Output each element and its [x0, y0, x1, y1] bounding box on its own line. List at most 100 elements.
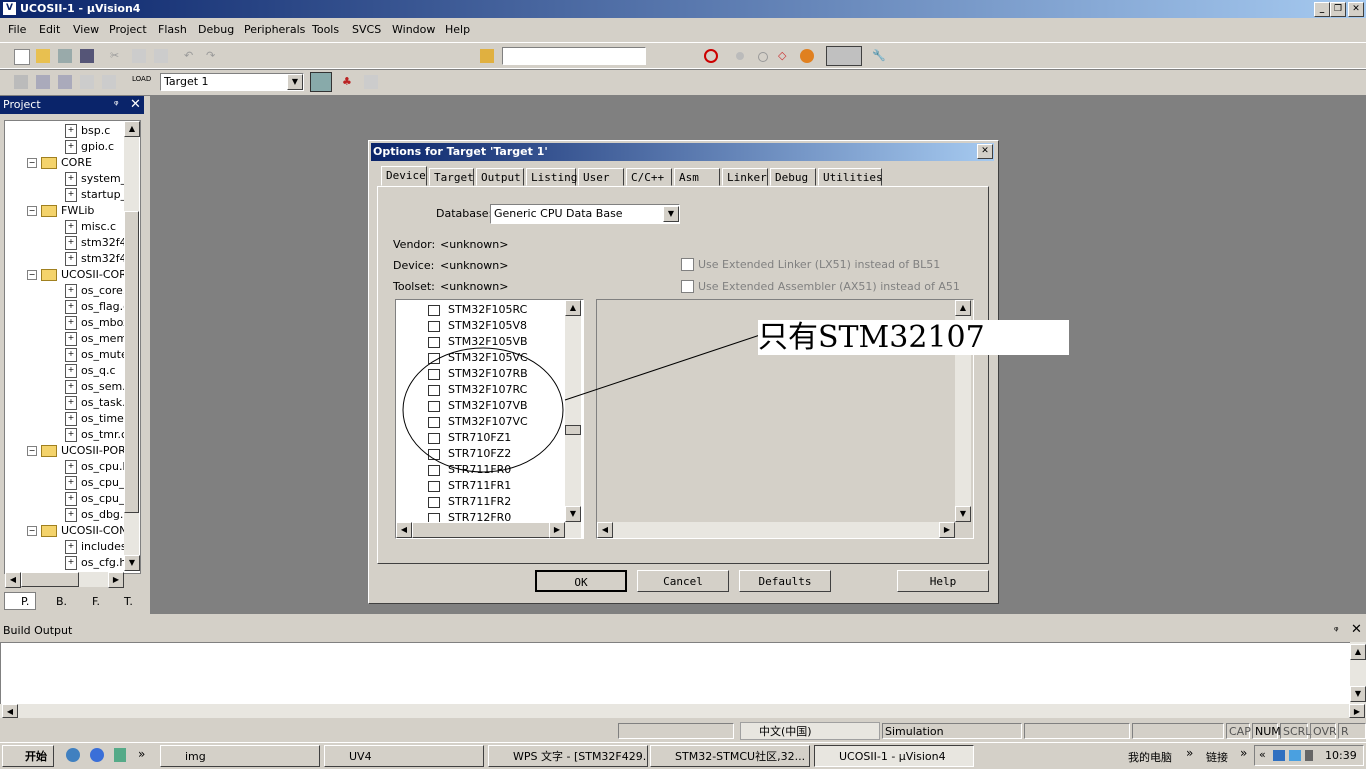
target-select[interactable]: Target 1 ▼ — [160, 73, 304, 91]
task-uv4[interactable]: UV4 — [324, 745, 484, 767]
tree-group[interactable]: − CORE — [27, 155, 92, 171]
chevron-right-icon[interactable]: » — [138, 747, 145, 761]
tree-file[interactable]: + misc.c — [65, 219, 116, 235]
open-file-icon[interactable] — [36, 49, 50, 63]
cut-icon[interactable]: ✂ — [110, 49, 124, 63]
pin-icon[interactable]: ᵠ — [114, 98, 119, 111]
tree-file[interactable]: + includes. — [65, 539, 130, 555]
project-tree-scrollbar[interactable]: ▲ ▼ — [124, 121, 140, 571]
tab-templates[interactable]: T. — [108, 594, 140, 610]
stop-build-icon[interactable] — [102, 75, 116, 89]
ime-bar[interactable]: 中文(中国) — [740, 722, 880, 740]
chevron-down-icon[interactable]: ▼ — [663, 206, 679, 222]
scroll-right-icon[interactable]: ▶ — [549, 522, 565, 538]
menu-flash[interactable]: Flash — [158, 23, 187, 36]
use-lx51-checkbox[interactable] — [681, 258, 694, 271]
menu-file[interactable]: File — [8, 23, 26, 36]
tree-file[interactable]: + system_s — [65, 171, 132, 187]
my-computer-toolbar[interactable]: 我的电脑 — [1128, 749, 1172, 765]
scroll-left-icon[interactable]: ◀ — [396, 522, 412, 538]
links-toolbar[interactable]: 链接 — [1206, 749, 1228, 765]
tree-file[interactable]: + os_cpu.h — [65, 459, 129, 475]
tab-project[interactable]: P. — [4, 592, 36, 610]
description-hscrollbar[interactable]: ◀ ▶ — [597, 522, 955, 538]
menu-debug[interactable]: Debug — [198, 23, 234, 36]
collapse-icon[interactable]: − — [27, 526, 37, 536]
close-icon[interactable]: ✕ — [1351, 622, 1362, 637]
close-button[interactable]: ✕ — [1348, 2, 1364, 17]
task-img[interactable]: img — [160, 745, 320, 767]
collapse-icon[interactable]: − — [27, 270, 37, 280]
collapse-icon[interactable]: − — [27, 158, 37, 168]
redo-icon[interactable]: ↷ — [206, 49, 220, 63]
build-output-text[interactable] — [0, 642, 1352, 706]
quicklaunch-icon[interactable] — [114, 748, 126, 762]
device-item[interactable]: STR711FR1 — [428, 478, 511, 494]
device-tray-icon[interactable] — [1305, 750, 1313, 761]
menu-help[interactable]: Help — [445, 23, 470, 36]
save-icon[interactable] — [58, 49, 72, 63]
tree-file[interactable]: + os_mbox — [65, 315, 130, 331]
minimize-button[interactable]: _ — [1314, 2, 1330, 17]
scroll-down-icon[interactable]: ▼ — [955, 506, 971, 522]
help-tray-icon[interactable] — [1289, 750, 1301, 761]
tab-c-cpp[interactable]: C/C++ — [626, 168, 672, 186]
scroll-left-icon[interactable]: ◀ — [2, 704, 18, 718]
scroll-down-icon[interactable]: ▼ — [1350, 686, 1366, 702]
tab-utilities[interactable]: Utilities — [818, 168, 883, 186]
tab-user[interactable]: User — [578, 168, 624, 186]
tree-file[interactable]: + os_q.c — [65, 363, 116, 379]
task-wps[interactable]: WPS 文字 - [STM32F429... — [488, 745, 648, 767]
menu-project[interactable]: Project — [109, 23, 147, 36]
device-tree-hscrollbar[interactable]: ◀ ▶ — [396, 522, 581, 538]
tab-linker[interactable]: Linker — [722, 168, 768, 186]
tab-functions[interactable]: F. — [76, 594, 106, 610]
defaults-button[interactable]: Defaults — [739, 570, 831, 592]
tab-listing[interactable]: Listing — [526, 168, 577, 186]
select-packs-icon[interactable] — [364, 75, 378, 89]
tree-file[interactable]: + os_dbg.c — [65, 507, 129, 523]
find-combo[interactable] — [502, 47, 646, 65]
scroll-up-icon[interactable]: ▲ — [955, 300, 971, 316]
tree-file[interactable]: + stm32f4x — [65, 251, 133, 267]
menu-tools[interactable]: Tools — [312, 23, 339, 36]
save-all-icon[interactable] — [80, 49, 94, 63]
scroll-down-icon[interactable]: ▼ — [124, 555, 140, 571]
scroll-up-icon[interactable]: ▲ — [1350, 644, 1366, 660]
tab-debug[interactable]: Debug — [770, 168, 816, 186]
chevron-right-icon[interactable]: » — [1186, 746, 1193, 760]
breakpoint-icon[interactable] — [736, 52, 744, 60]
find-in-files-icon[interactable] — [480, 49, 494, 63]
new-file-icon[interactable] — [14, 49, 30, 65]
scroll-right-icon[interactable]: ▶ — [1349, 704, 1365, 718]
menu-svcs[interactable]: SVCS — [352, 23, 381, 36]
tab-books[interactable]: B. — [40, 594, 72, 610]
scroll-thumb[interactable] — [124, 211, 139, 513]
database-select[interactable]: Generic CPU Data Base ▼ — [490, 204, 680, 224]
restore-button[interactable]: ❐ — [1330, 2, 1346, 17]
scroll-up-icon[interactable]: ▲ — [124, 121, 140, 137]
kill-breakpoints-icon[interactable]: ◇ — [778, 49, 792, 63]
target-options-icon[interactable] — [310, 72, 332, 92]
tree-file[interactable]: + os_core. — [65, 283, 126, 299]
hscroll-thumb[interactable] — [21, 572, 79, 587]
task-browser[interactable]: STM32-STMCU社区,32... — [650, 745, 810, 767]
tree-file[interactable]: + stm32f4x — [65, 235, 133, 251]
menu-edit[interactable]: Edit — [39, 23, 60, 36]
windows-layout-icon[interactable] — [826, 46, 862, 66]
scroll-right-icon[interactable]: ▶ — [939, 522, 955, 538]
tree-file[interactable]: + os_cfg.h — [65, 555, 126, 571]
manage-components-icon[interactable]: ♣ — [342, 75, 356, 89]
tree-file[interactable]: + os_task. — [65, 395, 126, 411]
browser-icon[interactable] — [90, 748, 104, 762]
chevron-right-icon[interactable]: » — [1240, 746, 1247, 760]
menu-window[interactable]: Window — [392, 23, 435, 36]
tree-group[interactable]: − UCOSII-CON — [27, 523, 127, 539]
tree-file[interactable]: + bsp.c — [65, 123, 110, 139]
build-output-hscrollbar[interactable]: ◀ ▶ — [0, 704, 1366, 718]
tree-file[interactable]: + os_mute — [65, 347, 128, 363]
scroll-down-icon[interactable]: ▼ — [565, 506, 581, 522]
tree-file[interactable]: + os_flag.c — [65, 299, 129, 315]
tree-group[interactable]: − UCOSII-COR — [27, 267, 127, 283]
undo-icon[interactable]: ↶ — [184, 49, 198, 63]
